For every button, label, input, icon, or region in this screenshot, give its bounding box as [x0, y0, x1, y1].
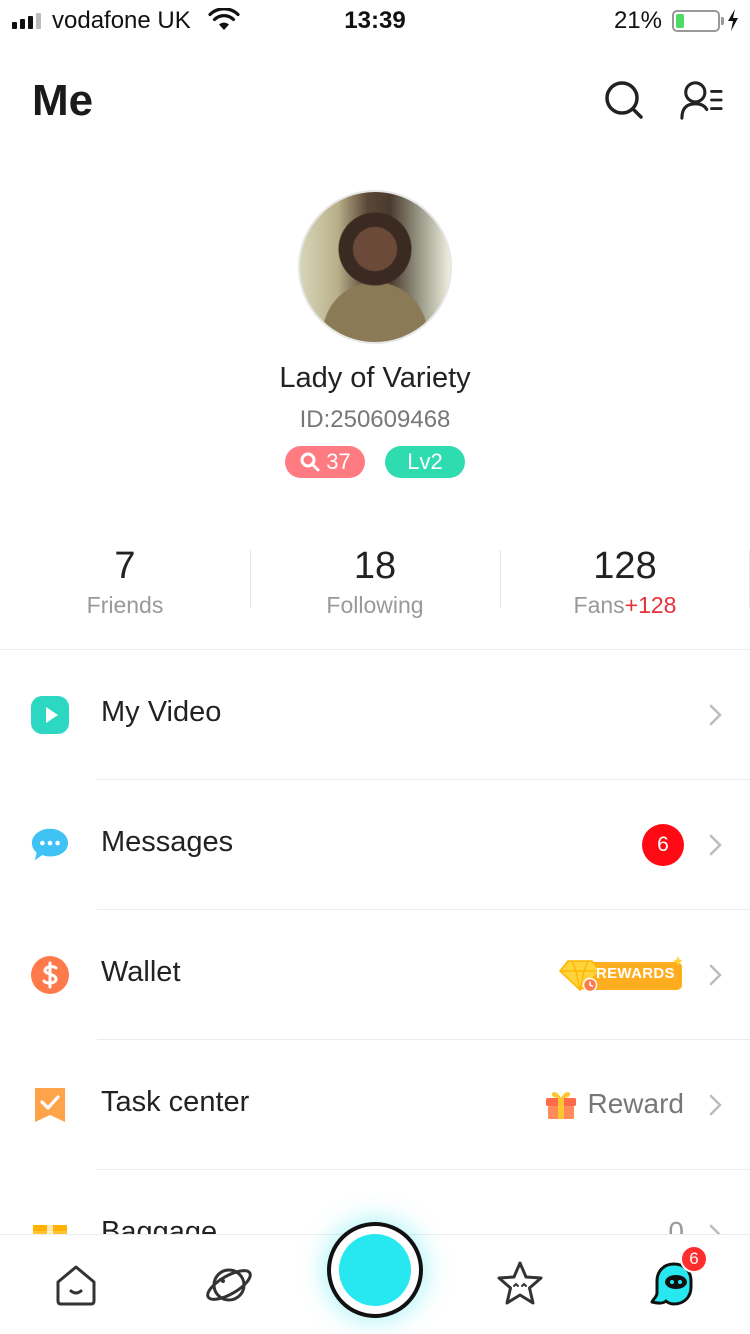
chevron-right-icon	[709, 834, 722, 856]
stat-value: 128	[593, 545, 657, 587]
stat-label: Following	[326, 592, 424, 618]
badge-row: 37 Lv2	[0, 446, 750, 478]
tab-me[interactable]: 6	[648, 1245, 708, 1311]
star-icon	[497, 1261, 543, 1305]
avatar[interactable]	[298, 190, 452, 344]
menu-label: Task center	[101, 1086, 250, 1118]
me-notification-badge: 6	[680, 1245, 708, 1273]
user-id: ID:250609468	[299, 406, 451, 433]
rewards-tag[interactable]: REWARDS	[558, 956, 684, 994]
task-icon-wrap	[30, 1085, 70, 1125]
stat-label-wrap: Fans+128	[500, 592, 750, 619]
status-bar: vodafone UK 13:39 21%	[0, 0, 750, 40]
profile-menu-button[interactable]	[680, 78, 724, 122]
video-icon-wrap	[30, 695, 70, 735]
menu-label: Messages	[101, 826, 234, 858]
battery-percent: 21%	[613, 7, 662, 34]
tab-home[interactable]	[50, 1259, 102, 1311]
chat-bubble-icon	[31, 828, 69, 861]
menu-item-wallet[interactable]: Wallet REWARDS	[0, 910, 750, 1040]
menu-label: Wallet	[101, 956, 181, 988]
search-icon	[605, 81, 643, 119]
stat-following[interactable]: 18 Following	[250, 540, 500, 620]
stat-value: 18	[353, 545, 397, 587]
reward-indicator: Reward	[544, 1084, 684, 1124]
stat-label: Friends	[86, 592, 164, 618]
battery-icon	[672, 10, 720, 32]
stat-label: Fans	[573, 592, 625, 618]
search-button[interactable]	[602, 78, 646, 122]
planet-icon	[206, 1268, 252, 1302]
dollar-icon	[31, 956, 69, 994]
menu-item-my-video[interactable]: My Video	[0, 650, 750, 780]
stat-friends[interactable]: 7 Friends	[0, 540, 250, 620]
rewards-label: REWARDS	[596, 965, 675, 982]
unread-count-badge: 6	[642, 824, 684, 866]
chevron-right-icon	[709, 964, 722, 986]
user-list-icon	[680, 81, 723, 120]
stat-fans[interactable]: 128 Fans+128	[500, 540, 750, 620]
tab-discover[interactable]	[203, 1259, 255, 1311]
stat-value: 7	[114, 545, 136, 587]
messages-icon-wrap	[30, 825, 70, 865]
page-title: Me	[32, 76, 94, 125]
fans-increase: +128	[624, 592, 677, 618]
gift-icon	[545, 1091, 576, 1119]
menu-label: My Video	[101, 696, 222, 728]
level-badge[interactable]: Lv2	[385, 446, 465, 478]
home-icon	[56, 1265, 96, 1306]
reward-label: Reward	[587, 1088, 684, 1119]
bookmark-check-icon	[35, 1088, 65, 1122]
menu-item-messages[interactable]: Messages 6	[0, 780, 750, 910]
battery-level	[676, 14, 684, 28]
wallet-icon-wrap	[30, 955, 70, 995]
user-name: Lady of Variety	[279, 362, 471, 394]
score-badge[interactable]: 37	[285, 446, 365, 478]
chevron-right-icon	[709, 704, 722, 726]
stats-row: 7 Friends 18 Following 128 Fans+128	[0, 540, 750, 620]
magnifier-badge-icon	[300, 452, 320, 472]
charging-bolt-icon	[728, 9, 738, 31]
score-value: 37	[326, 449, 351, 474]
play-icon	[31, 696, 69, 734]
record-button-core	[339, 1234, 411, 1306]
tab-favorites[interactable]	[494, 1259, 546, 1311]
record-button[interactable]	[327, 1222, 423, 1318]
battery-tip	[721, 17, 724, 25]
menu-item-task-center[interactable]: Task center Reward	[0, 1040, 750, 1170]
chevron-right-icon	[709, 1094, 722, 1116]
